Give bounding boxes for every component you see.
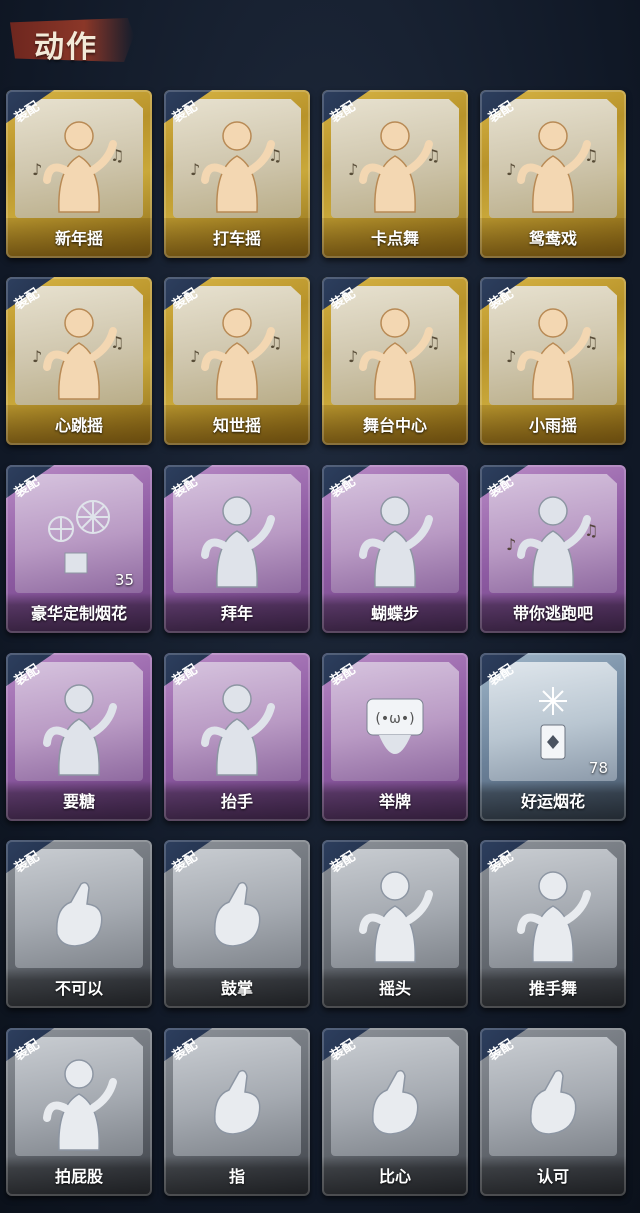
emote-card[interactable]: 要糖 装配 [6,653,152,821]
emote-card[interactable]: ♪ ♫ 新年摇 装配 [6,90,152,258]
card-frame [322,1028,468,1196]
emote-card[interactable]: 指装配 [164,1028,310,1196]
emote-card[interactable]: 78 好运烟花 装配 [480,653,626,821]
emote-card[interactable]: ♪ ♫ 鸳鸯戏 装配 [480,90,626,258]
emote-card[interactable]: 认可 装配 [480,1028,626,1196]
emote-card[interactable]: 抬手 装配 [164,653,310,821]
card-frame [6,840,152,1008]
card-frame [164,90,310,258]
card-frame [480,277,626,445]
emote-card[interactable]: 不可以 装配 [6,840,152,1008]
page-title: 动作 [34,30,98,65]
card-frame [322,653,468,821]
emote-card[interactable]: ♪ ♫ 带你逃跑吧 装配 [480,465,626,633]
card-frame [322,277,468,445]
card-frame [164,277,310,445]
emote-card[interactable]: ♪ ♫ 舞台中心 装配 [322,277,468,445]
card-frame [322,465,468,633]
card-frame [480,653,626,821]
card-frame [480,465,626,633]
emote-card[interactable]: ♪ ♫ 小雨摇 装配 [480,277,626,445]
card-frame [164,840,310,1008]
card-frame [6,653,152,821]
card-frame [6,277,152,445]
card-frame [164,465,310,633]
card-frame [6,90,152,258]
emote-card[interactable]: 拍屁股 装配 [6,1028,152,1196]
emote-card[interactable]: 35 豪华定制烟花 装配 [6,465,152,633]
emote-card[interactable]: (•ω•) 举牌 装配 [322,653,468,821]
emote-card[interactable]: 摇头 装配 [322,840,468,1008]
emote-card[interactable]: ♪ ♫ 知世摇 装配 [164,277,310,445]
emote-card[interactable]: ♪ ♫ 卡点舞 装配 [322,90,468,258]
section-header: 动作 [10,8,134,70]
card-frame [480,90,626,258]
card-frame [6,1028,152,1196]
card-frame [6,465,152,633]
emote-card[interactable]: ♪ ♫ 打车摇 装配 [164,90,310,258]
card-frame [322,840,468,1008]
card-frame [164,653,310,821]
emote-card[interactable]: 鼓掌 装配 [164,840,310,1008]
emote-card[interactable]: 比心 装配 [322,1028,468,1196]
card-frame [322,90,468,258]
card-frame [480,840,626,1008]
emote-card[interactable]: 拜年 装配 [164,465,310,633]
card-frame [164,1028,310,1196]
emote-card[interactable]: 蝴蝶步 装配 [322,465,468,633]
card-frame [480,1028,626,1196]
emote-card[interactable]: 推手舞 装配 [480,840,626,1008]
emote-card[interactable]: ♪ ♫ 心跳摇 装配 [6,277,152,445]
